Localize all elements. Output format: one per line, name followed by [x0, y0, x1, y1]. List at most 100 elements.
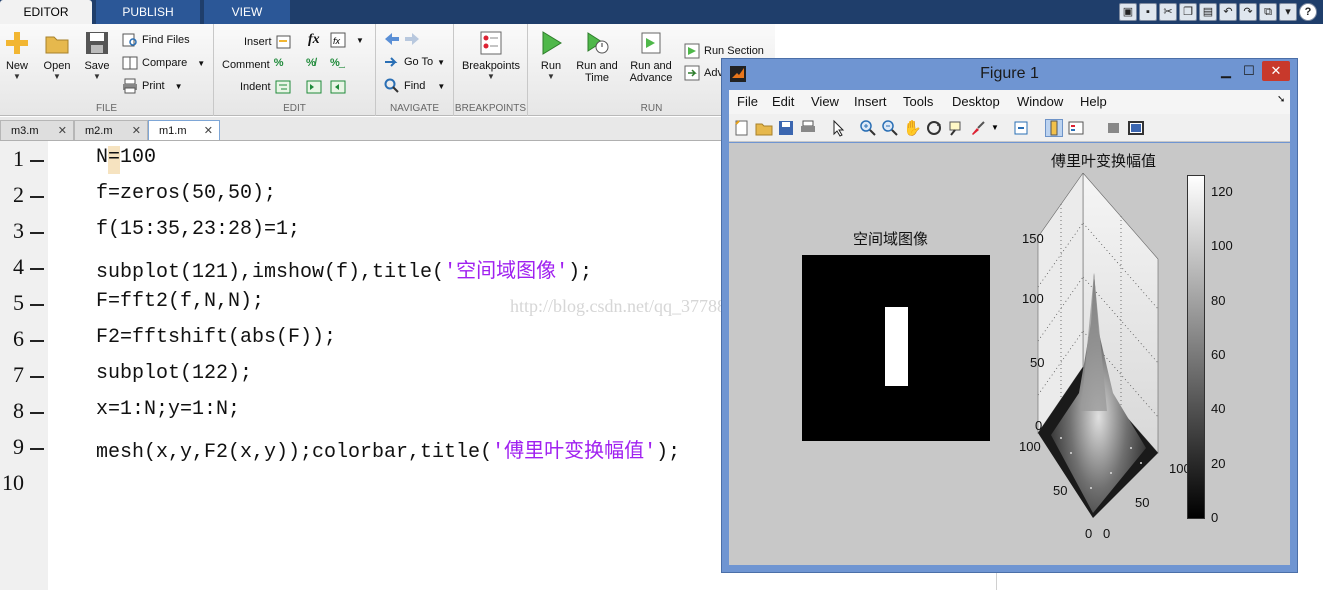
code-line[interactable]: x=1:N;y=1:N; — [96, 398, 240, 421]
find-files-label: Find Files — [142, 34, 190, 46]
code-line[interactable]: f(15:35,23:28)=1; — [96, 218, 300, 241]
increase-indent-icon[interactable] — [306, 78, 322, 96]
colorbar-tick: 0 — [1211, 510, 1219, 525]
insert-colorbar-icon[interactable] — [1045, 119, 1063, 137]
insert-legend-icon[interactable] — [1067, 119, 1085, 137]
menu-window[interactable]: Window — [1017, 94, 1063, 109]
file-group: New ▼ Open ▼ Save ▼ Find Files Compare ▼ — [0, 24, 214, 116]
function-browser-icon[interactable]: fx ▼ — [330, 31, 364, 49]
file-tab-m3[interactable]: m3.m ✕ — [0, 120, 74, 140]
redo-icon[interactable]: ↷ — [1239, 3, 1257, 21]
maximize-button[interactable]: ☐ — [1238, 61, 1260, 81]
tab-publish[interactable]: PUBLISH — [96, 0, 200, 24]
menu-file[interactable]: File — [737, 94, 758, 109]
save-figure-icon[interactable] — [777, 119, 795, 137]
code-line[interactable]: subplot(122); — [96, 362, 252, 385]
zoom-out-icon[interactable] — [881, 119, 899, 137]
file-tab-m1[interactable]: m1.m ✕ — [148, 120, 220, 140]
compare-label: Compare — [142, 57, 188, 69]
go-to-button[interactable]: Go To ▼ — [384, 53, 445, 71]
decrease-indent-icon[interactable] — [330, 78, 346, 96]
paste-icon[interactable]: ▤ — [1199, 3, 1217, 21]
open-file-icon[interactable] — [755, 119, 773, 137]
breakpoints-group-label: BREAKPOINTS — [454, 103, 527, 114]
open-button[interactable]: Open ▼ — [40, 30, 74, 82]
code-line[interactable]: f=zeros(50,50); — [96, 182, 276, 205]
colorbar-tick: 20 — [1211, 456, 1226, 471]
code-line[interactable]: F2=fftshift(abs(F)); — [96, 326, 336, 349]
data-cursor-icon[interactable] — [947, 119, 965, 137]
line-number: 4 — [13, 254, 24, 279]
menu-help[interactable]: Help — [1080, 94, 1107, 109]
figure-title-bar[interactable]: Figure 1 ▁ ☐ ✕ — [722, 59, 1297, 89]
quick-access-toolbar: ▣ ▪ ✂ ❐ ▤ ↶ ↷ ⧉ ▾ ? — [1119, 0, 1323, 24]
print-figure-icon[interactable] — [799, 119, 817, 137]
code-line[interactable]: subplot(121),imshow(f),title('空间域图像'); — [96, 254, 592, 284]
copy-icon[interactable]: ❐ — [1179, 3, 1197, 21]
dock-arrow-icon[interactable]: ➘ — [1277, 94, 1285, 105]
zoom-in-icon[interactable] — [859, 119, 877, 137]
folder-icon — [44, 30, 70, 56]
pan-hand-icon[interactable]: ✋ — [903, 119, 922, 137]
find-files-button[interactable]: Find Files — [122, 31, 190, 49]
print-button[interactable]: Print ▼ — [122, 77, 183, 95]
navigate-group: Go To ▼ Find ▼ NAVIGATE — [376, 24, 454, 116]
compare-button[interactable]: Compare ▼ — [122, 54, 205, 72]
link-plot-icon[interactable] — [1013, 119, 1031, 137]
show-plot-tools-icon[interactable] — [1127, 119, 1145, 137]
colorbar[interactable] — [1187, 175, 1205, 519]
menu-insert[interactable]: Insert — [854, 94, 887, 109]
tab-view[interactable]: VIEW — [204, 0, 290, 24]
hide-plot-tools-icon[interactable] — [1105, 119, 1123, 137]
go-to-icon — [384, 54, 400, 70]
back-forward-buttons[interactable] — [384, 30, 420, 48]
file-tab-m2[interactable]: m2.m ✕ — [74, 120, 148, 140]
forward-arrow-icon[interactable] — [404, 31, 420, 47]
close-icon[interactable]: ✕ — [58, 121, 67, 141]
new-figure-icon[interactable] — [733, 119, 751, 137]
uncomment-icon[interactable]: %̸ — [306, 56, 322, 74]
brush-dropdown-icon[interactable]: ▼ — [991, 123, 1009, 141]
wrap-comments-icon[interactable]: %͢ — [330, 56, 346, 74]
toolstrip-tab-bar: EDITOR PUBLISH VIEW ▣ ▪ ✂ ❐ ▤ ↶ ↷ ⧉ ▾ ? — [0, 0, 1323, 24]
figure-canvas[interactable]: 空间域图像 傅里叶变换幅值 150 100 50 0 100 50 0 100 … — [729, 143, 1290, 565]
run-play-icon — [538, 30, 564, 56]
run-and-time-button[interactable]: Run and Time — [574, 30, 620, 84]
insert-function-button[interactable]: fx — [308, 31, 320, 49]
indent-button[interactable]: Indent — [240, 78, 291, 96]
menu-view[interactable]: View — [811, 94, 839, 109]
run-button[interactable]: Run ▼ — [534, 30, 568, 82]
comment-percent-icon: % — [273, 57, 284, 69]
menu-desktop[interactable]: Desktop — [952, 94, 1000, 109]
switch-windows-icon[interactable]: ⧉ — [1259, 3, 1277, 21]
minimize-button[interactable]: ▁ — [1216, 61, 1236, 81]
menu-edit[interactable]: Edit — [772, 94, 794, 109]
run-and-advance-button[interactable]: Run and Advance — [626, 30, 676, 84]
cut-icon[interactable]: ✂ — [1159, 3, 1177, 21]
layout-icon[interactable]: ▣ — [1119, 3, 1137, 21]
code-line[interactable]: mesh(x,y,F2(x,y));colorbar,title('傅里叶变换幅… — [96, 434, 680, 464]
edit-plot-icon[interactable] — [829, 119, 847, 137]
brush-icon[interactable] — [969, 119, 987, 137]
find-button[interactable]: Find ▼ — [384, 77, 445, 95]
advance-button[interactable]: Adv — [684, 64, 723, 82]
comment-button[interactable]: Comment % — [222, 56, 290, 74]
tab-editor[interactable]: EDITOR — [0, 0, 92, 24]
menu-tools[interactable]: Tools — [903, 94, 933, 109]
code-line[interactable]: N=100 — [96, 146, 156, 169]
rotate-3d-icon[interactable] — [925, 119, 943, 137]
new-button[interactable]: New ▼ — [2, 30, 32, 82]
close-icon[interactable]: ✕ — [132, 121, 141, 141]
undo-icon[interactable]: ↶ — [1219, 3, 1237, 21]
back-arrow-icon[interactable] — [384, 31, 400, 47]
breakpoints-button[interactable]: Breakpoints ▼ — [458, 30, 524, 82]
help-icon[interactable]: ? — [1299, 3, 1317, 21]
editor-file-tabs: m3.m ✕ m2.m ✕ m1.m ✕ — [0, 117, 775, 141]
save-icon[interactable]: ▪ — [1139, 3, 1157, 21]
close-button[interactable]: ✕ — [1262, 61, 1290, 81]
close-icon[interactable]: ✕ — [204, 121, 213, 141]
code-line[interactable]: F=fft2(f,N,N); — [96, 290, 264, 313]
insert-button[interactable]: Insert — [244, 33, 292, 51]
expand-icon[interactable]: ▾ — [1279, 3, 1297, 21]
save-button[interactable]: Save ▼ — [80, 30, 114, 82]
